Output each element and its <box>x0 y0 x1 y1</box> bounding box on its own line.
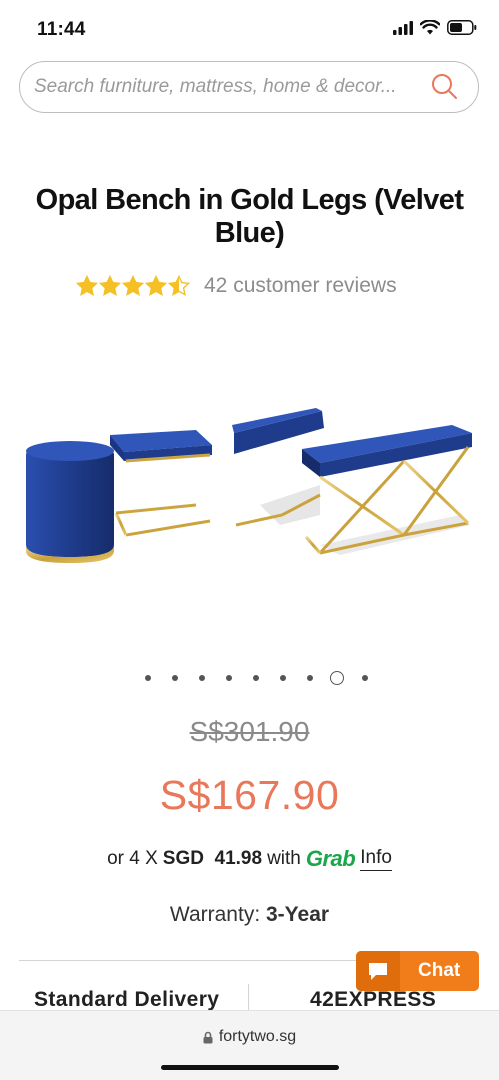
wifi-icon <box>420 20 440 35</box>
chat-icon-box <box>356 951 400 991</box>
signal-icon <box>393 20 413 35</box>
star-half-icon <box>168 275 190 296</box>
installment-with: with <box>267 848 301 869</box>
warranty-value: 3-Year <box>266 903 330 926</box>
battery-icon <box>447 20 477 35</box>
star-full-icon <box>76 275 98 296</box>
product-rating[interactable]: 42 customer reviews <box>76 270 397 302</box>
carousel-dot[interactable] <box>171 675 178 681</box>
chat-bubble-icon <box>369 963 387 980</box>
carousel-dots[interactable] <box>134 670 378 686</box>
ottoman-illustration <box>26 441 114 563</box>
carousel-dot[interactable] <box>225 675 232 681</box>
product-image[interactable] <box>20 395 480 575</box>
warranty-info: Warranty: 3-Year <box>0 903 499 927</box>
home-indicator <box>161 1065 339 1070</box>
url-text: fortytwo.sg <box>218 1028 297 1045</box>
carousel-dot[interactable] <box>361 675 368 681</box>
sale-price: S$167.90 <box>159 772 340 818</box>
large-bench-illustration <box>302 425 472 555</box>
installment-info-link[interactable]: Info <box>360 847 392 871</box>
installment-prefix: or 4 X <box>107 848 158 869</box>
carousel-dot-active[interactable] <box>330 671 344 685</box>
search-placeholder: Search furniture, mattress, home & decor… <box>34 76 397 97</box>
status-time: 11:44 <box>37 19 86 40</box>
installment-amount: SGD 41.98 <box>162 848 263 869</box>
rating-stars <box>76 275 190 297</box>
carousel-dot[interactable] <box>252 675 259 681</box>
star-full-icon <box>122 275 144 296</box>
star-full-icon <box>99 275 121 296</box>
status-icons <box>393 20 477 35</box>
status-bar: 11:44 <box>0 0 499 52</box>
lock-icon <box>203 1031 213 1043</box>
chat-label: Chat <box>418 960 461 981</box>
original-price: S$301.90 <box>189 716 310 747</box>
carousel-dot[interactable] <box>279 675 286 681</box>
carousel-dot[interactable] <box>306 675 313 681</box>
carousel-dot[interactable] <box>144 675 151 681</box>
stool-illustration <box>110 430 212 537</box>
review-count[interactable]: 42 customer reviews <box>204 274 397 298</box>
chat-button[interactable]: Chat <box>356 951 479 991</box>
url-display[interactable]: fortytwo.sg <box>0 1028 499 1046</box>
search-input[interactable]: Search furniture, mattress, home & decor… <box>19 61 479 113</box>
installment-info: or 4 X SGD 41.98 with Grab Info <box>0 846 499 872</box>
product-title: Opal Bench in Gold Legs (Velvet Blue) <box>35 184 464 249</box>
browser-bottom-bar: fortytwo.sg <box>0 1010 499 1080</box>
delivery-label: Standard Delivery <box>34 988 220 1011</box>
delivery-value: 42EXPRESS <box>310 988 437 1011</box>
warranty-label: Warranty: <box>169 903 261 926</box>
carousel-dot[interactable] <box>198 675 205 681</box>
search-icon[interactable] <box>430 72 458 100</box>
grab-logo: Grab <box>305 846 356 871</box>
star-full-icon <box>145 275 167 296</box>
